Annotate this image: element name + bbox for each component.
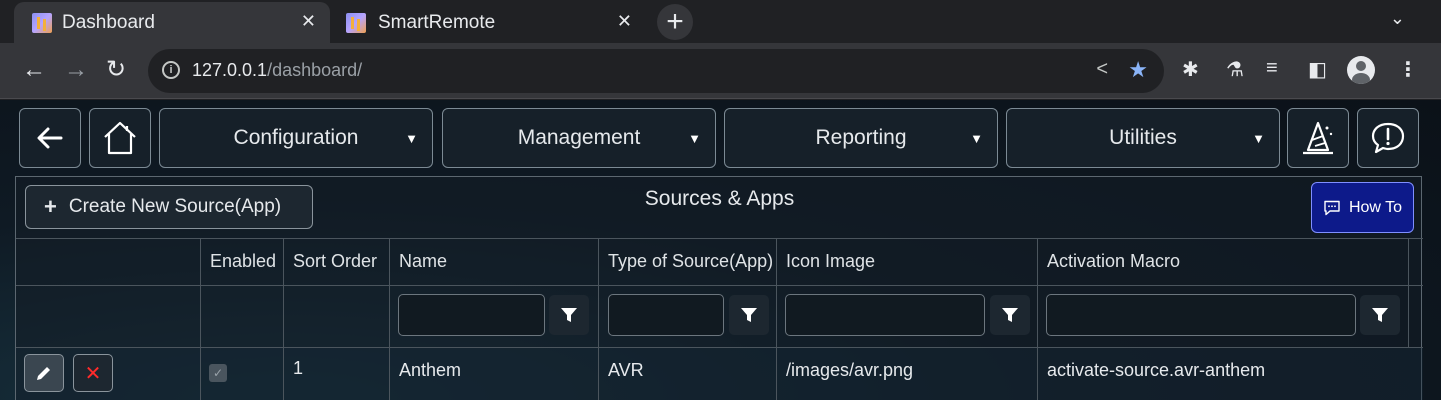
app-favicon-icon — [346, 13, 366, 33]
tab-title: SmartRemote — [378, 11, 496, 33]
how-to-button[interactable]: How To — [1311, 182, 1414, 233]
create-label: Create New Source(App) — [68, 196, 282, 217]
column-header-sort-order[interactable]: Sort Order — [284, 239, 390, 285]
column-header-enabled[interactable]: Enabled — [201, 239, 284, 285]
enabled-cell: ✓ — [201, 348, 284, 400]
wizard-hat-icon — [1303, 121, 1333, 155]
column-header-activation-macro[interactable]: Activation Macro — [1038, 239, 1409, 285]
new-tab-button[interactable]: + — [657, 4, 693, 40]
filter-cell-empty — [201, 286, 284, 347]
browser-toolbar: ← → ↻ i 127.0.0.1/dashboard/ < ★ ✱ ⚗ ≡ ◧… — [0, 43, 1441, 99]
info-icon[interactable]: i — [162, 61, 180, 79]
bookmark-star-icon[interactable]: ★ — [1128, 57, 1148, 83]
column-header-icon-image[interactable]: Icon Image — [777, 239, 1038, 285]
name-filter-input[interactable] — [398, 294, 545, 336]
url-path: /dashboard/ — [267, 60, 363, 80]
column-header-name[interactable]: Name — [390, 239, 599, 285]
menu-label: Utilities — [1109, 126, 1177, 149]
wizard-button[interactable] — [1287, 108, 1349, 168]
address-bar[interactable]: i 127.0.0.1/dashboard/ < ★ — [148, 49, 1164, 93]
flask-icon[interactable]: ⚗ — [1226, 57, 1244, 82]
filter-cell-empty — [284, 286, 390, 347]
caret-down-icon: ▼ — [688, 131, 701, 146]
extensions-puzzle-icon[interactable]: ✱ — [1182, 57, 1199, 82]
kebab-menu-icon[interactable]: ⋮ — [1398, 57, 1418, 82]
filter-cell-type — [599, 286, 777, 347]
how-to-label: How To — [1348, 198, 1403, 216]
sources-panel: Sources & Apps + Create New Source(App) … — [15, 176, 1423, 400]
type-cell: AVR — [599, 348, 777, 400]
caret-down-icon: ▼ — [970, 131, 983, 146]
column-header-actions — [16, 239, 201, 285]
media-queue-icon[interactable]: ≡ — [1266, 57, 1278, 80]
filter-icon[interactable] — [990, 295, 1030, 335]
reload-icon[interactable]: ↻ — [106, 57, 126, 83]
edit-button[interactable] — [24, 354, 64, 392]
grid-filter-row — [16, 285, 1423, 347]
checkbox-checked-icon[interactable]: ✓ — [209, 364, 227, 382]
speech-bubble-exclamation-icon — [1371, 122, 1405, 154]
caret-down-icon: ▼ — [405, 131, 418, 146]
filter-icon[interactable] — [1360, 295, 1400, 335]
plus-icon: + — [44, 194, 57, 219]
back-arrow-icon[interactable]: ← — [22, 57, 46, 83]
forward-arrow-icon[interactable]: → — [64, 57, 88, 83]
close-icon[interactable]: ✕ — [301, 11, 316, 32]
home-icon — [104, 121, 136, 155]
page-content: Configuration ▼ Management ▼ Reporting ▼… — [0, 100, 1441, 400]
filter-cell-icon-image — [777, 286, 1038, 347]
tab-smartremote[interactable]: SmartRemote ✕ — [330, 2, 646, 43]
chevron-down-icon[interactable]: ⌄ — [1390, 8, 1405, 29]
filter-cell-empty — [16, 286, 201, 347]
menu-reporting[interactable]: Reporting ▼ — [724, 108, 998, 168]
filter-icon[interactable] — [729, 295, 769, 335]
grid-header-row: Enabled Sort Order Name Type of Source(A… — [16, 238, 1423, 285]
activation-macro-filter-input[interactable] — [1046, 294, 1356, 336]
share-icon[interactable]: < — [1096, 58, 1108, 81]
home-button[interactable] — [89, 108, 151, 168]
table-row[interactable]: ✕ ✓ 1 Anthem AVR /images/avr.png activat… — [16, 347, 1423, 400]
row-actions: ✕ — [16, 348, 201, 400]
create-new-source-button[interactable]: + Create New Source(App) — [25, 185, 313, 229]
pencil-icon — [37, 367, 50, 380]
delete-button[interactable]: ✕ — [73, 354, 113, 392]
url-text[interactable]: 127.0.0.1/dashboard/ — [192, 60, 362, 81]
filter-cell-name — [390, 286, 599, 347]
browser-tab-strip: Dashboard ✕ SmartRemote ✕ + ⌄ — [0, 0, 1441, 43]
menu-utilities[interactable]: Utilities ▼ — [1006, 108, 1280, 168]
menu-management[interactable]: Management ▼ — [442, 108, 716, 168]
feedback-button[interactable] — [1357, 108, 1419, 168]
caret-down-icon: ▼ — [1252, 131, 1265, 146]
sort-order-cell: 1 — [284, 348, 390, 400]
filter-icon[interactable] — [549, 295, 589, 335]
icon-image-cell: /images/avr.png — [777, 348, 1038, 400]
url-host: 127.0.0.1 — [192, 60, 268, 80]
profile-avatar-icon[interactable] — [1347, 56, 1375, 84]
side-panel-icon[interactable]: ◧ — [1308, 57, 1327, 82]
back-button[interactable] — [19, 108, 81, 168]
menu-label: Management — [517, 126, 641, 149]
close-icon[interactable]: ✕ — [617, 11, 632, 32]
icon-image-filter-input[interactable] — [785, 294, 985, 336]
tab-title: Dashboard — [62, 11, 155, 33]
activation-macro-cell: activate-source.avr-anthem — [1047, 360, 1266, 380]
menu-label: Reporting — [815, 126, 907, 149]
x-icon: ✕ — [84, 362, 102, 385]
menu-label: Configuration — [233, 126, 359, 149]
filter-cell-activation-macro — [1038, 286, 1409, 347]
tab-dashboard[interactable]: Dashboard ✕ — [14, 2, 330, 43]
menu-configuration[interactable]: Configuration ▼ — [159, 108, 433, 168]
app-navbar: Configuration ▼ Management ▼ Reporting ▼… — [0, 100, 1441, 175]
column-header-type[interactable]: Type of Source(App) — [599, 239, 777, 285]
arrow-left-icon — [37, 127, 63, 149]
chat-icon — [1324, 200, 1340, 215]
name-cell: Anthem — [390, 348, 599, 400]
app-favicon-icon — [32, 13, 52, 33]
type-filter-input[interactable] — [608, 294, 724, 336]
